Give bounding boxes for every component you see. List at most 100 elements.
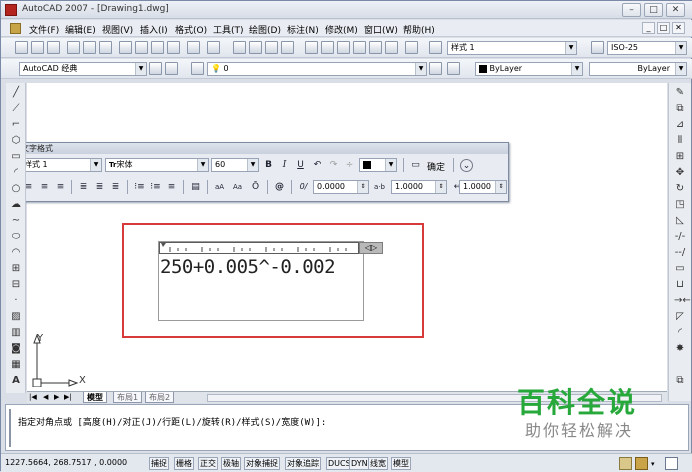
table-icon[interactable]: ▦ xyxy=(10,359,22,371)
model-space-toggle[interactable]: 模型 xyxy=(391,457,411,470)
insert-field-icon[interactable]: ▤ xyxy=(189,181,202,194)
construction-line-icon[interactable]: ⟋ xyxy=(10,103,22,115)
help-icon[interactable] xyxy=(405,41,418,54)
align-middle-icon[interactable]: ≣ xyxy=(93,181,106,194)
ruler-width-handle[interactable]: ◁▷ xyxy=(359,242,383,254)
align-bottom-icon[interactable]: ≣ xyxy=(109,181,122,194)
redo-icon[interactable]: ↷ xyxy=(327,159,340,172)
align-right-icon[interactable]: ≡ xyxy=(54,181,67,194)
break-at-point-icon[interactable]: ▭ xyxy=(674,263,686,275)
redo-icon[interactable] xyxy=(207,41,220,54)
layer-previous-icon[interactable] xyxy=(447,62,460,75)
menu-edit[interactable]: 编辑(E) xyxy=(65,23,96,36)
align-center-icon[interactable]: ≡ xyxy=(38,181,51,194)
doc-restore-button[interactable]: □ xyxy=(657,22,670,34)
tab-layout1[interactable]: 布局1 xyxy=(113,392,143,403)
lock-icon[interactable] xyxy=(635,457,648,470)
match-properties-icon[interactable] xyxy=(167,41,180,54)
oblique-angle-input[interactable]: 0.0000 ⇕ xyxy=(313,180,369,194)
stack-icon[interactable]: ÷ xyxy=(343,159,356,172)
undo-icon[interactable]: ↶ xyxy=(311,159,324,172)
make-block-icon[interactable]: ⊟ xyxy=(10,279,22,291)
gradient-icon[interactable]: ▥ xyxy=(10,327,22,339)
dim-style-icon[interactable] xyxy=(591,41,604,54)
extend-icon[interactable]: --/ xyxy=(674,247,686,259)
menu-help[interactable]: 帮助(H) xyxy=(403,23,435,36)
point-icon[interactable]: · xyxy=(10,295,22,307)
tool-palettes-icon[interactable] xyxy=(337,41,350,54)
align-top-icon[interactable]: ≣ xyxy=(77,181,90,194)
text-formatting-title[interactable]: 文字格式 xyxy=(17,143,508,154)
sheet-set-icon[interactable] xyxy=(353,41,366,54)
tab-scroll-next-icon[interactable]: ▶ xyxy=(54,393,59,401)
zoom-window-icon[interactable] xyxy=(265,41,278,54)
fillet-icon[interactable]: ◜ xyxy=(674,327,686,339)
mtext-editor[interactable]: ◁▷ 250+0.005^-0.002 xyxy=(158,241,383,321)
rotate-icon[interactable]: ↻ xyxy=(674,183,686,195)
width-factor-input[interactable]: 1.0000 ⇕ xyxy=(459,180,507,194)
menu-draw[interactable]: 绘图(D) xyxy=(249,23,281,36)
dim-style-select[interactable]: ISO-25 ▼ xyxy=(607,41,687,55)
join-icon[interactable]: →← xyxy=(674,295,691,307)
tab-scroll-prev-icon[interactable]: ◀ xyxy=(43,393,48,401)
zoom-realtime-icon[interactable] xyxy=(249,41,262,54)
menu-format[interactable]: 格式(O) xyxy=(175,23,207,36)
tray-menu-icon[interactable]: ▾ xyxy=(651,460,655,468)
zoom-previous-icon[interactable] xyxy=(281,41,294,54)
polygon-icon[interactable]: ⬡ xyxy=(10,135,22,147)
command-grip[interactable] xyxy=(9,409,13,447)
menu-file[interactable]: 文件(F) xyxy=(29,23,59,36)
overline-icon[interactable]: Ō xyxy=(249,181,262,194)
linetype-select[interactable]: ByLayer ▼ xyxy=(589,62,687,76)
stretch-icon[interactable]: ◺ xyxy=(674,215,686,227)
lineweight-toggle[interactable]: 线宽 xyxy=(368,457,388,470)
tracking-icon[interactable]: a·b xyxy=(373,181,386,194)
preview-icon[interactable] xyxy=(83,41,96,54)
rectangle-icon[interactable]: ▭ xyxy=(10,151,22,163)
calculator-icon[interactable] xyxy=(385,41,398,54)
oblique-angle-icon[interactable]: 0/ xyxy=(297,181,310,194)
publish-icon[interactable] xyxy=(99,41,112,54)
properties-icon[interactable] xyxy=(305,41,318,54)
polyline-icon[interactable]: ⌐ xyxy=(10,119,22,131)
break-icon[interactable]: ⊔ xyxy=(674,279,686,291)
bold-button[interactable]: B xyxy=(262,159,275,172)
cut-icon[interactable] xyxy=(119,41,132,54)
dyn-toggle[interactable]: DYN xyxy=(349,457,370,470)
otrack-toggle[interactable]: 对象追踪 xyxy=(285,457,321,470)
text-style-icon[interactable] xyxy=(429,41,442,54)
underline-button[interactable]: U xyxy=(294,159,307,172)
tab-model[interactable]: 模型 xyxy=(83,392,107,403)
ortho-toggle[interactable]: 正交 xyxy=(198,457,218,470)
text-height-select[interactable]: 60 ▼ xyxy=(211,158,259,172)
doc-minimize-button[interactable]: _ xyxy=(642,22,655,34)
text-color-select[interactable]: ▼ xyxy=(359,158,397,172)
undo-icon[interactable] xyxy=(187,41,200,54)
tab-scroll-last-icon[interactable]: ▶| xyxy=(64,393,72,401)
italic-button[interactable]: I xyxy=(278,159,291,172)
font-select[interactable]: Tr宋体 ▼ xyxy=(105,158,209,172)
arc-icon[interactable]: ◜ xyxy=(10,167,22,179)
pan-icon[interactable] xyxy=(233,41,246,54)
design-center-icon[interactable] xyxy=(321,41,334,54)
tray-settings-icon[interactable] xyxy=(619,457,632,470)
hatch-icon[interactable]: ▨ xyxy=(10,311,22,323)
layer-select[interactable]: 💡 0 ▼ xyxy=(207,62,427,76)
circle-icon[interactable]: ○ xyxy=(10,183,22,195)
grid-toggle[interactable]: 栅格 xyxy=(174,457,194,470)
move-icon[interactable]: ✥ xyxy=(674,167,686,179)
open-icon[interactable] xyxy=(31,41,44,54)
layer-tool-icon[interactable]: ⧉ xyxy=(674,375,686,387)
layer-manager-icon[interactable] xyxy=(191,62,204,75)
workspace-save-icon[interactable] xyxy=(165,62,178,75)
ellipse-arc-icon[interactable]: ◠ xyxy=(10,247,22,259)
insert-block-icon[interactable]: ⊞ xyxy=(10,263,22,275)
symbol-icon[interactable]: @ xyxy=(273,181,286,194)
menu-view[interactable]: 视图(V) xyxy=(102,23,133,36)
osnap-toggle[interactable]: 对象捕捉 xyxy=(244,457,280,470)
menu-modify[interactable]: 修改(M) xyxy=(325,23,358,36)
trim-icon[interactable]: -/- xyxy=(674,231,686,243)
scale-icon[interactable]: ◳ xyxy=(674,199,686,211)
color-select[interactable]: ByLayer ▼ xyxy=(475,62,583,76)
menu-insert[interactable]: 插入(I) xyxy=(140,23,168,36)
